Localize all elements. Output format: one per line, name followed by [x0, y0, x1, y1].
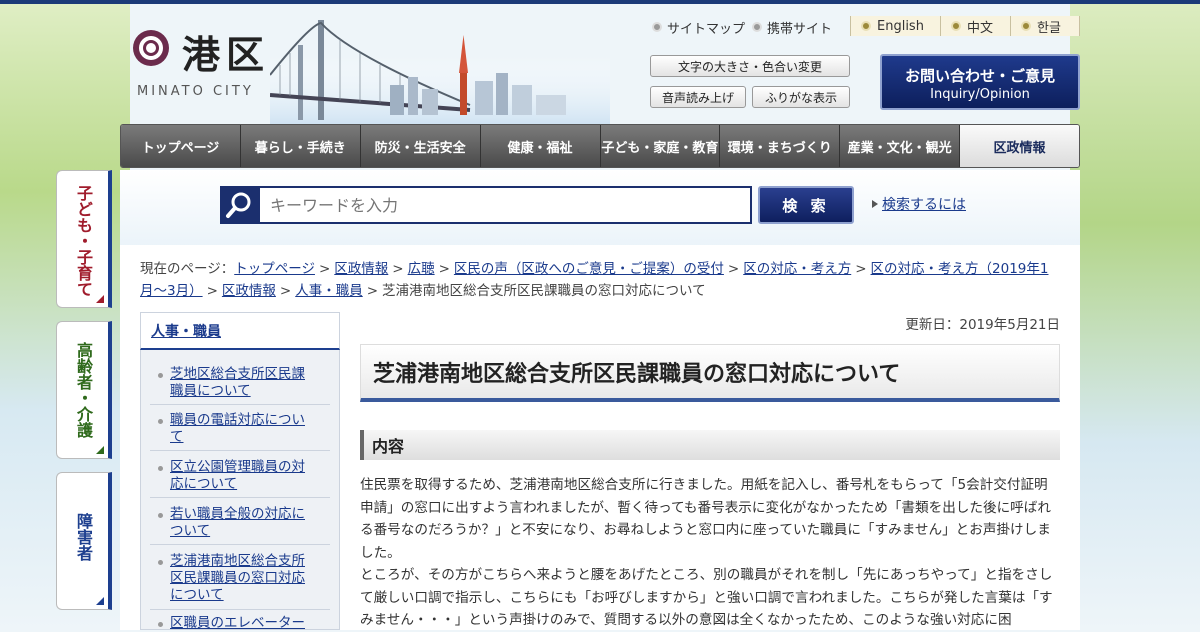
breadcrumb-link[interactable]: 区の対応・考え方 [743, 261, 851, 277]
local-nav-item[interactable]: 区立公園管理職員の対応について [150, 459, 330, 498]
mobile-site-link[interactable]: 携帯サイト [752, 18, 832, 37]
corner-arrow-icon [96, 446, 104, 454]
side-tab-label: 子ども・子育て [74, 185, 93, 297]
bullet-icon [158, 513, 163, 518]
corner-arrow-icon [96, 295, 104, 303]
nav-children-education[interactable]: 子ども・家庭・教育 [600, 125, 721, 167]
nav-city-administration[interactable]: 区政情報 [960, 125, 1079, 167]
font-size-color-button[interactable]: 文字の大きさ・色合い変更 [650, 55, 850, 77]
inquiry-button[interactable]: お問い合わせ・ご意見 Inquiry/Opinion [880, 54, 1080, 110]
nav-disaster-safety[interactable]: 防災・生活安全 [360, 125, 481, 167]
top-accent-line [0, 0, 1200, 4]
global-nav: トップページ 暮らし・手続き 防災・生活安全 健康・福祉 子ども・家庭・教育 環… [120, 124, 1080, 168]
section-heading: 内容 [360, 430, 1060, 460]
bullet-icon [158, 466, 163, 471]
side-tab-label: 障害者 [74, 513, 93, 561]
side-tab-elderly[interactable]: 高齢者・介護 [56, 321, 112, 459]
local-nav-item[interactable]: 職員の電話対応について [150, 412, 330, 451]
bullet-icon [158, 373, 163, 378]
search-input[interactable] [258, 186, 752, 224]
bullet-icon [652, 22, 662, 32]
page-title: 芝浦港南地区総合支所区民課職員の窓口対応について [360, 344, 1060, 402]
local-nav-item[interactable]: 若い職員全般の対応について [150, 506, 330, 545]
updated-date: 更新日：2019年5月21日 [905, 317, 1060, 333]
side-tab-disability[interactable]: 障害者 [56, 472, 112, 610]
breadcrumb-current: 芝浦港南地区総合支所区民課職員の窓口対応について [382, 283, 706, 299]
nav-environment[interactable]: 環境・まちづくり [720, 125, 841, 167]
search-icon [220, 186, 258, 224]
nav-top-page[interactable]: トップページ [121, 125, 241, 167]
breadcrumb-link[interactable]: 人事・職員 [295, 283, 363, 299]
nav-industry-culture[interactable]: 産業・文化・観光 [840, 125, 961, 167]
local-nav-item[interactable]: 芝浦港南地区総合支所区民課職員の窓口対応について [150, 553, 330, 610]
article-paragraph: 住民票を取得するため、芝浦港南地区総合支所に行きました。用紙を記入し、番号札をも… [360, 477, 1051, 561]
bullet-icon [1021, 21, 1031, 31]
side-tab-children[interactable]: 子ども・子育て [56, 170, 112, 308]
breadcrumb-link[interactable]: 区民の声（区政へのご意見・ご提案）の受付 [454, 261, 724, 277]
bullet-icon [752, 22, 762, 32]
sitemap-link[interactable]: サイトマップ [652, 18, 745, 37]
local-nav-item[interactable]: 区職員のエレベーター [150, 615, 330, 630]
triangle-right-icon [872, 200, 878, 208]
bullet-icon [158, 560, 163, 565]
breadcrumb-link[interactable]: 区政情報 [334, 261, 388, 277]
breadcrumb-link[interactable]: トップページ [234, 261, 315, 277]
local-nav-item[interactable]: 芝地区総合支所区民課職員について [150, 366, 330, 405]
nav-living[interactable]: 暮らし・手続き [240, 125, 361, 167]
article-paragraph: ところが、その方がこちらへ来ようと腰をあげたところ、別の職員がそれを制し「先にあ… [360, 567, 1053, 628]
rainbow-bridge-skyline-image [270, 20, 610, 125]
bullet-icon [158, 419, 163, 424]
breadcrumb-link[interactable]: 区政情報 [222, 283, 276, 299]
local-nav-title[interactable]: 人事・職員 [140, 312, 340, 350]
site-logo-text[interactable]: 港区 [182, 24, 270, 79]
read-aloud-button[interactable]: 音声読み上げ [650, 86, 746, 108]
breadcrumb: 現在のページ：トップページ > 区政情報 > 広聴 > 区民の声（区政へのご意見・ご提案）の… [140, 261, 1049, 299]
corner-arrow-icon [96, 597, 104, 605]
breadcrumb-link[interactable]: 広聴 [408, 261, 435, 277]
site-logo-subtitle: MINATO CITY [137, 84, 254, 99]
lang-korean-link[interactable]: 한글 [1010, 16, 1080, 36]
bullet-icon [861, 21, 871, 31]
background-trees-right [1070, 4, 1200, 630]
side-tab-label: 高齢者・介護 [74, 342, 93, 438]
nav-health-welfare[interactable]: 健康・福祉 [480, 125, 601, 167]
bullet-icon [158, 622, 163, 627]
article-body: 住民票を取得するため、芝浦港南地区総合支所に行きました。用紙を記入し、番号札をも… [360, 474, 1060, 632]
search-button[interactable]: 検 索 [758, 186, 854, 224]
bullet-icon [951, 21, 961, 31]
furigana-button[interactable]: ふりがな表示 [752, 86, 850, 108]
minato-logo-icon[interactable] [133, 30, 169, 66]
search-help-link[interactable]: 検索するには [872, 194, 966, 214]
